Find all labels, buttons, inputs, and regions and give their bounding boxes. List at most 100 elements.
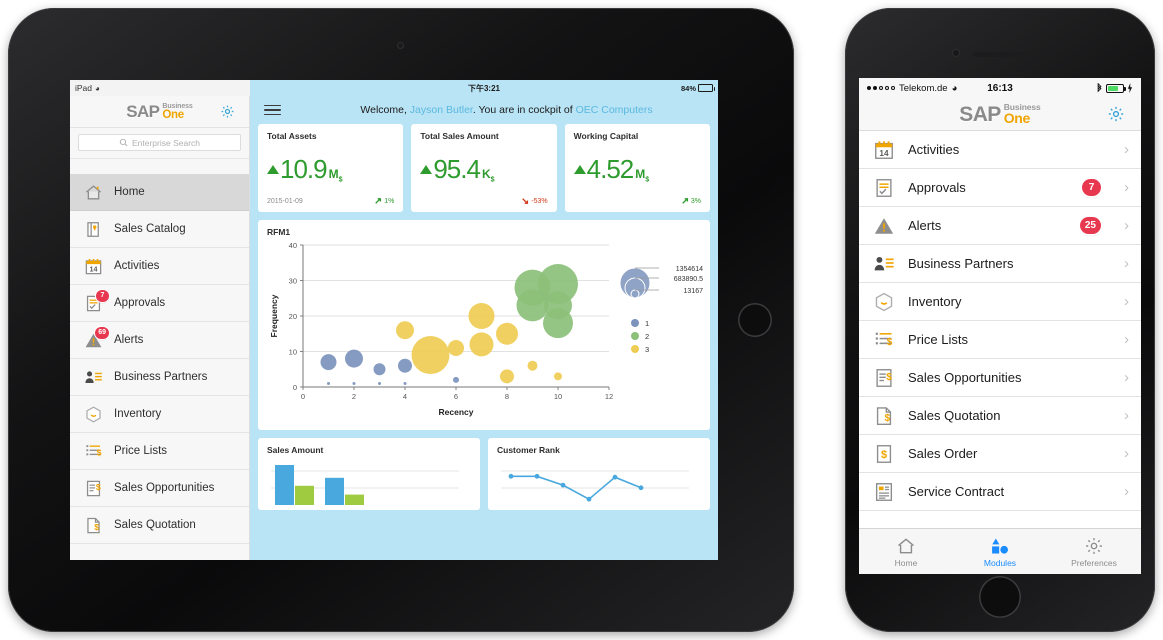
svg-text:40: 40 — [289, 241, 297, 250]
trend-up-triangle-icon — [573, 164, 586, 174]
svg-text:Recency: Recency — [439, 407, 474, 417]
kpi-card-working-capital[interactable]: Working Capital 4.52 M$ 3% — [564, 124, 710, 212]
tablet-brand-bar: SAP Business One — [70, 96, 249, 128]
sidebar-item-approvals[interactable]: 7 Approvals — [70, 285, 249, 322]
sales-amount-chart-card[interactable]: Sales Amount — [258, 438, 480, 510]
tablet-battery-percent: 84% — [680, 83, 696, 93]
tablet-device-label: iPad — [75, 83, 93, 93]
home-icon — [898, 537, 914, 553]
sidebar-item-sales-catalog[interactable]: Sales Catalog — [70, 211, 249, 248]
tablet-home-button[interactable] — [738, 303, 772, 337]
enterprise-search-input[interactable]: Enterprise Search — [78, 134, 241, 151]
list-item-sales-quotation[interactable]: $ Sales Quotation › — [859, 397, 1141, 435]
tablet-main-content: Welcome, Jayson Butler. You are in cockp… — [250, 96, 718, 560]
sidebar-item-label: Sales Quotation — [114, 519, 196, 531]
tablet-top-bar: Welcome, Jayson Butler. You are in cockp… — [250, 96, 718, 124]
inventory-box-icon — [873, 291, 895, 313]
phone-home-button[interactable] — [979, 576, 1021, 618]
chevron-right-icon: › — [1124, 445, 1129, 462]
bottom-chart-row: Sales Amount Customer Rank — [250, 438, 718, 510]
phone-brand-bar: SAP Business One — [859, 98, 1141, 131]
sidebar-item-inventory[interactable]: Inventory — [70, 396, 249, 433]
calendar-14-icon: 14 — [873, 139, 895, 161]
arrow-up-right-icon — [682, 198, 688, 204]
sidebar-item-label: Inventory — [114, 408, 162, 420]
svg-text:4: 4 — [403, 392, 407, 401]
tab-label: Modules — [983, 557, 1017, 568]
tab-preferences[interactable]: Preferences — [1047, 536, 1141, 568]
tablet-sidebar: SAP Business One Enterprise Search Home … — [70, 96, 250, 560]
svg-text:14: 14 — [90, 265, 98, 273]
list-item-price-lists[interactable]: $ Price Lists › — [859, 321, 1141, 359]
welcome-message: Welcome, Jayson Butler. You are in cockp… — [295, 104, 718, 116]
kpi-card-total-assets[interactable]: Total Assets 10.9 M$ 2015-01-09 1% — [258, 124, 404, 212]
list-item-alerts[interactable]: Alerts 25 › — [859, 207, 1141, 245]
service-contract-icon — [873, 481, 895, 503]
list-item-label: Price Lists — [908, 332, 968, 347]
sap-one-text: One — [1003, 109, 1031, 126]
alert-triangle-icon: 69 — [84, 326, 109, 350]
list-item-sales-order[interactable]: $ Sales Order › — [859, 435, 1141, 473]
price-list-icon: $ — [873, 329, 895, 351]
sales-order-icon: $ — [873, 443, 895, 465]
sidebar-item-label: Home — [114, 186, 145, 198]
battery-icon — [1106, 83, 1126, 93]
list-item-sales-opportunities[interactable]: $ Sales Opportunities › — [859, 359, 1141, 397]
welcome-user-link[interactable]: Jayson Butler — [410, 104, 473, 116]
sidebar-item-label: Business Partners — [114, 371, 208, 383]
kpi-unit: M — [635, 166, 646, 181]
sidebar-item-label: Alerts — [114, 334, 144, 346]
arrow-down-right-icon — [522, 198, 529, 204]
business-partners-icon — [873, 253, 895, 275]
kpi-card-total-sales-amount[interactable]: Total Sales Amount 95.4 K$ -53% — [411, 124, 557, 212]
chevron-right-icon: › — [1124, 407, 1129, 424]
list-item-inventory[interactable]: Inventory › — [859, 283, 1141, 321]
welcome-company-link[interactable]: OEC Computers — [576, 104, 653, 116]
gear-icon[interactable] — [220, 104, 235, 119]
kpi-unit: K — [481, 166, 491, 181]
welcome-mid: . You are in cockpit of — [472, 104, 576, 116]
sidebar-item-home[interactable]: Home — [70, 174, 249, 211]
svg-text:Frequency: Frequency — [269, 294, 279, 337]
sidebar-item-price-lists[interactable]: $ Price Lists — [70, 433, 249, 470]
customer-rank-chart-card[interactable]: Customer Rank — [488, 438, 710, 510]
kpi-unit-currency: $ — [338, 175, 343, 183]
hamburger-icon[interactable] — [264, 104, 281, 116]
tab-modules[interactable]: Modules — [953, 536, 1047, 568]
svg-text:3: 3 — [645, 345, 649, 354]
list-item-label: Alerts — [908, 218, 942, 233]
rfm-legend: 1354614 683890.5 13167 1 2 3 — [615, 237, 707, 427]
approvals-icon — [873, 177, 895, 199]
business-partners-icon — [84, 368, 103, 387]
kpi-unit-currency: $ — [645, 175, 650, 183]
tab-home[interactable]: Home — [859, 536, 953, 568]
kpi-title: Working Capital — [573, 131, 639, 141]
sidebar-item-activities[interactable]: 14 Activities — [70, 248, 249, 285]
svg-text:0: 0 — [301, 392, 305, 401]
sidebar-badge-approvals: 7 — [96, 289, 109, 302]
list-item-activities[interactable]: 14 Activities › — [859, 131, 1141, 169]
rfm-chart-card[interactable]: RFM1 0 10 20 30 40 0 2 4 6 8 10 12 Frequency Recency … — [258, 220, 710, 430]
sidebar-item-sales-opportunities[interactable]: $ Sales Opportunities — [70, 470, 249, 507]
gear-icon[interactable] — [1107, 105, 1125, 123]
sidebar-item-business-partners[interactable]: Business Partners — [70, 359, 249, 396]
chevron-right-icon: › — [1124, 483, 1129, 500]
svg-text:$: $ — [887, 337, 893, 348]
sidebar-item-alerts[interactable]: 69 Alerts — [70, 322, 249, 359]
chevron-right-icon: › — [1124, 293, 1129, 310]
list-item-service-contract[interactable]: Service Contract › — [859, 473, 1141, 511]
svg-text:14: 14 — [879, 148, 889, 157]
arrow-up-right-icon — [375, 198, 382, 204]
price-list-icon: $ — [84, 442, 103, 461]
svg-text:13167: 13167 — [684, 288, 704, 295]
sidebar-item-sales-quotation[interactable]: $ Sales Quotation — [70, 507, 249, 544]
list-item-business-partners[interactable]: Business Partners › — [859, 245, 1141, 283]
kpi-delta-value: -53% — [531, 197, 548, 205]
badge-alerts: 25 — [1079, 217, 1101, 234]
trend-up-triangle-icon — [420, 164, 433, 174]
svg-text:2: 2 — [645, 332, 649, 341]
sidebar-item-label: Sales Catalog — [114, 223, 186, 235]
list-item-approvals[interactable]: Approvals 7 › — [859, 169, 1141, 207]
kpi-delta-value: 3% — [690, 197, 701, 205]
svg-text:$: $ — [97, 447, 102, 457]
